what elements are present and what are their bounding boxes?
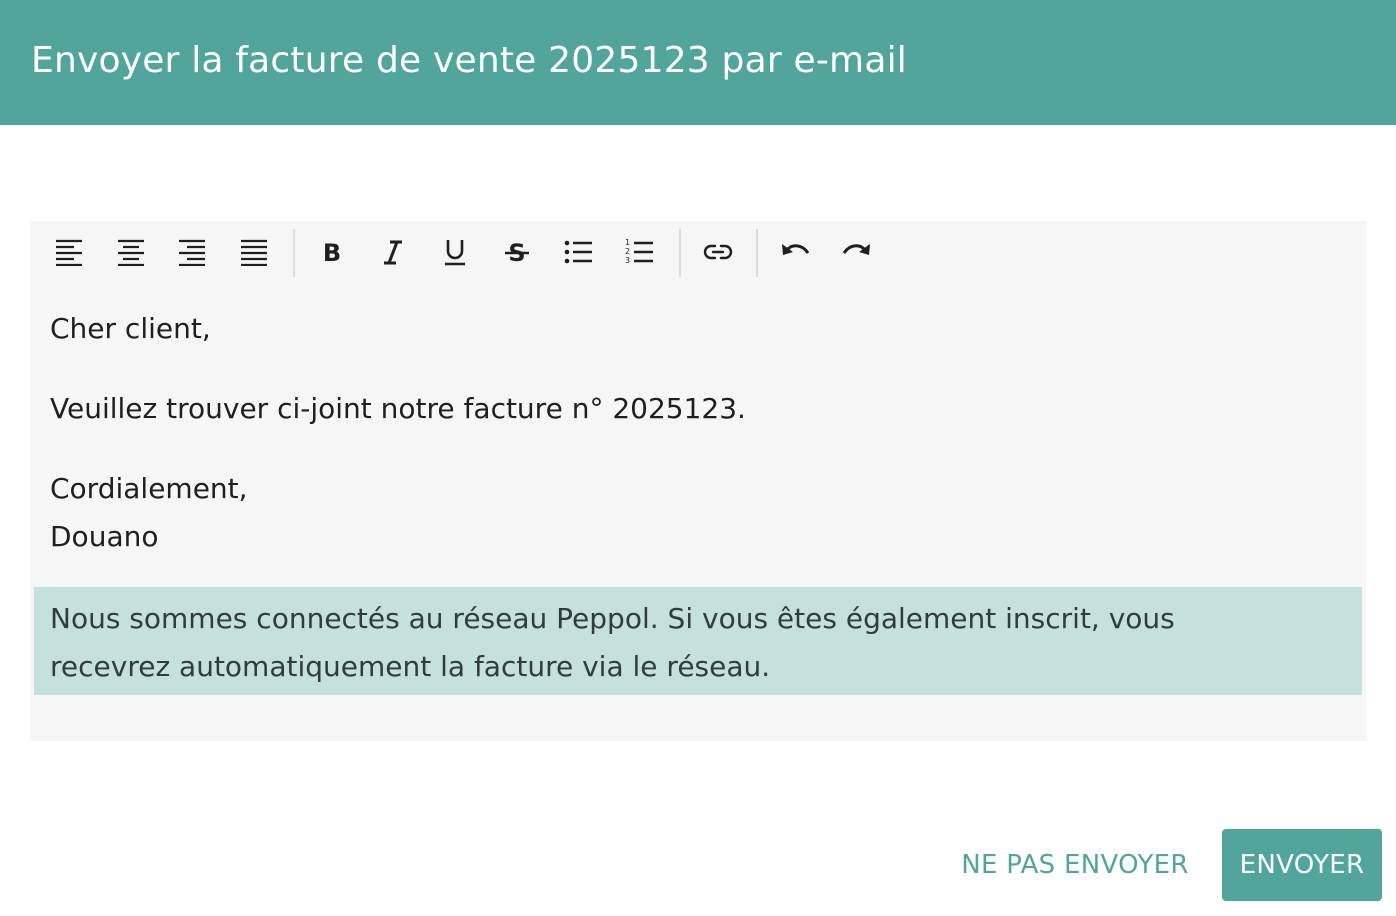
numbered-list-icon: 1 2 3 — [625, 238, 653, 265]
undo-button[interactable] — [775, 234, 815, 270]
align-justify-icon — [241, 239, 267, 266]
strikethrough-icon: S — [505, 239, 529, 266]
email-editor[interactable]: B S 1 2 3 Cher client, Veuillez trouver … — [30, 221, 1366, 741]
svg-text:2: 2 — [625, 247, 630, 256]
email-body[interactable]: Cher client, Veuillez trouver ci-joint n… — [50, 305, 1350, 561]
redo-icon — [842, 244, 870, 255]
signature-text: Douano — [50, 520, 159, 553]
send-button[interactable]: ENVOYER — [1222, 829, 1382, 901]
svg-text:1: 1 — [625, 238, 630, 247]
dialog-title: Envoyer la facture de vente 2025123 par … — [31, 40, 907, 81]
align-left-icon — [56, 239, 82, 266]
align-right-button[interactable] — [172, 234, 212, 270]
align-center-icon — [118, 239, 144, 266]
italic-button[interactable] — [373, 234, 413, 270]
toolbar-divider — [679, 229, 681, 277]
link-button[interactable] — [698, 234, 738, 270]
body-text: Veuillez trouver ci-joint notre facture … — [50, 392, 746, 425]
undo-icon — [782, 244, 810, 255]
svg-text:B: B — [323, 239, 341, 266]
closing-text: Cordialement, — [50, 472, 248, 505]
italic-icon — [384, 240, 402, 265]
strikethrough-button[interactable]: S — [497, 234, 537, 270]
notice-line-2: recevrez automatiquement la facture via … — [50, 650, 771, 683]
bold-icon: B — [323, 239, 341, 266]
do-not-send-button[interactable]: NE PAS ENVOYER — [945, 829, 1205, 901]
bulleted-list-icon — [564, 240, 592, 264]
send-invoice-dialog: Envoyer la facture de vente 2025123 par … — [0, 0, 1396, 916]
underline-button[interactable] — [435, 234, 475, 270]
align-center-button[interactable] — [111, 234, 151, 270]
dialog-header: Envoyer la facture de vente 2025123 par … — [0, 0, 1396, 125]
editor-toolbar: B S 1 2 3 — [30, 221, 1366, 283]
notice-line-1: Nous sommes connectés au réseau Peppol. … — [50, 602, 1175, 635]
peppol-notice: Nous sommes connectés au réseau Peppol. … — [34, 587, 1362, 695]
toolbar-divider — [293, 229, 295, 277]
align-right-icon — [179, 239, 205, 266]
toolbar-divider — [756, 229, 758, 277]
bold-button[interactable]: B — [312, 234, 352, 270]
align-left-button[interactable] — [49, 234, 89, 270]
svg-text:3: 3 — [625, 256, 630, 265]
link-icon — [703, 244, 733, 260]
bulleted-list-button[interactable] — [558, 234, 598, 270]
align-justify-button[interactable] — [234, 234, 274, 270]
numbered-list-button[interactable]: 1 2 3 — [619, 234, 659, 270]
redo-button[interactable] — [837, 234, 877, 270]
greeting-text: Cher client, — [50, 312, 211, 345]
underline-icon — [445, 240, 465, 266]
